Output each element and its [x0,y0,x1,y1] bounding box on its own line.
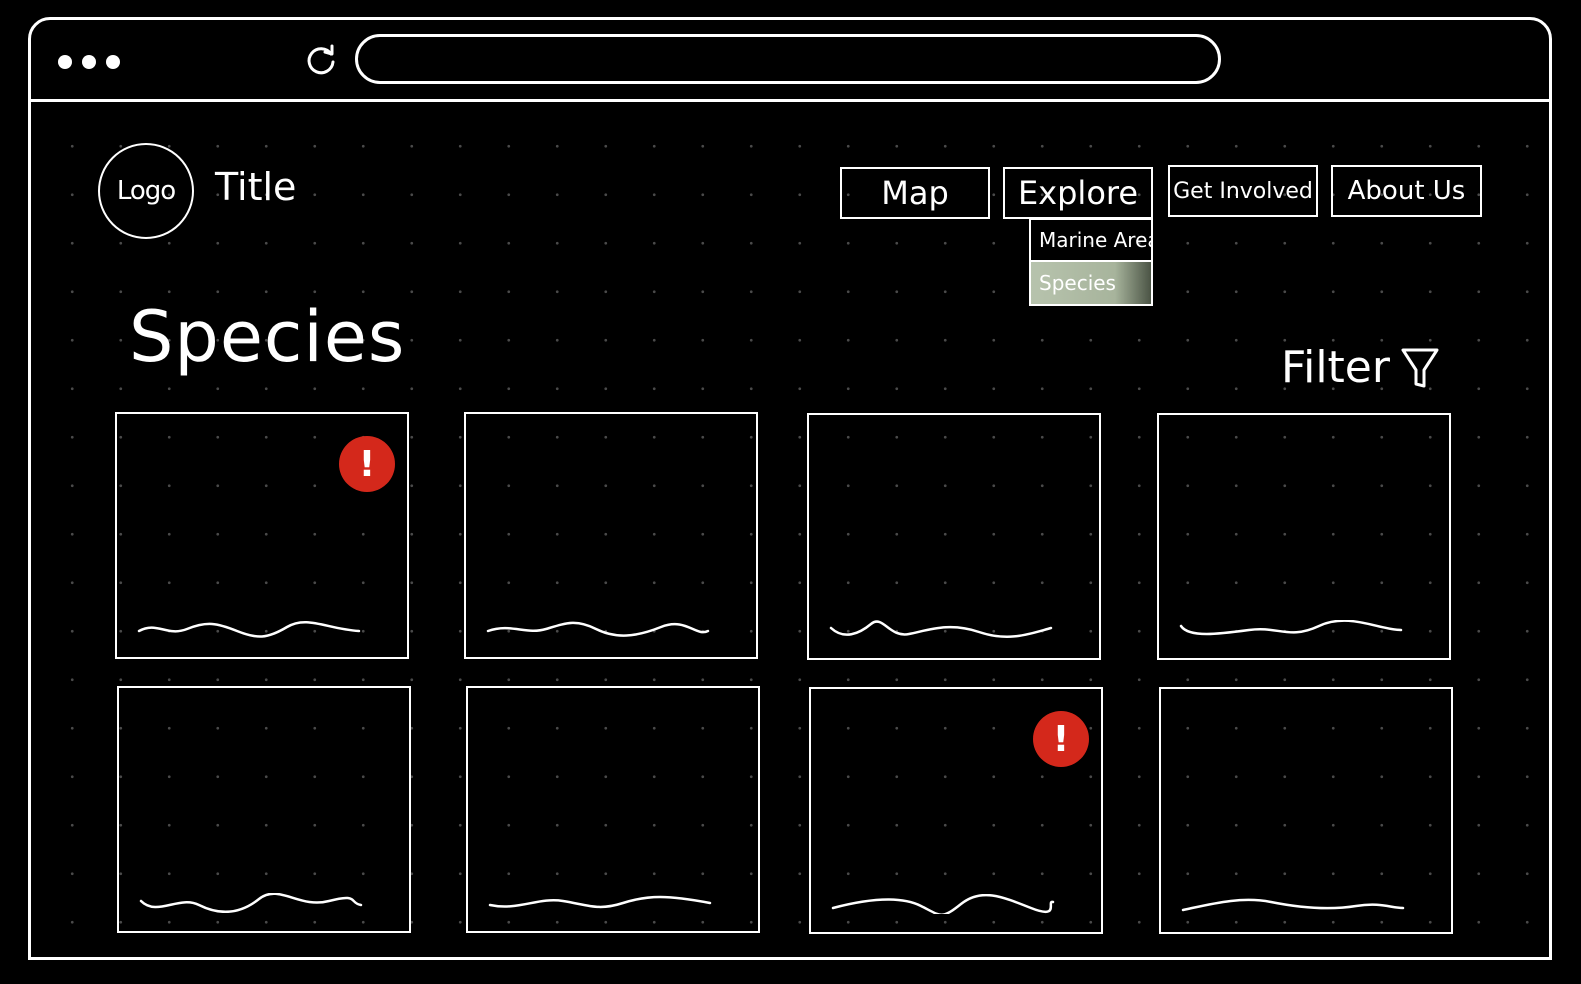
card-caption-placeholder [486,621,710,637]
species-card[interactable] [807,413,1101,660]
alert-icon: ! [339,436,395,492]
page-title: Species [129,296,406,378]
explore-dropdown: Marine Areas Species [1029,218,1153,306]
dot-icon [82,55,96,69]
nav-explore-label: Explore [1017,174,1139,212]
alert-icon: ! [1033,711,1089,767]
species-card[interactable] [1157,413,1451,660]
card-caption-placeholder [1181,898,1405,912]
browser-window: Logo Title Map Explore Get Involved Abou… [28,17,1552,960]
dot-icon [58,55,72,69]
window-controls-icon[interactable] [58,55,120,69]
card-caption-placeholder [139,893,363,913]
nav-map-label: Map [881,174,949,212]
species-card[interactable] [1159,687,1453,934]
species-card[interactable] [117,686,411,933]
species-card[interactable]: ! [809,687,1103,934]
logo-label: Logo [116,176,176,206]
card-caption-placeholder [829,620,1053,638]
dropdown-item-species[interactable]: Species [1029,262,1153,306]
dot-icon [106,55,120,69]
species-card[interactable]: ! [115,412,409,659]
nav-about-us-label: About Us [1347,176,1466,206]
card-caption-placeholder [137,621,361,638]
address-bar[interactable] [355,34,1221,84]
nav-get-involved-button[interactable]: Get Involved [1168,165,1318,217]
dropdown-item-marine-areas[interactable]: Marine Areas [1029,218,1153,262]
species-card[interactable] [464,412,758,659]
card-caption-placeholder [488,895,712,909]
logo[interactable]: Logo [98,143,194,239]
nav-explore-button[interactable]: Explore [1003,167,1153,219]
filter-button[interactable]: Filter [1281,342,1440,393]
funnel-icon [1401,348,1439,387]
site-title: Title [215,165,297,209]
reload-icon[interactable] [301,40,341,80]
browser-toolbar [31,20,1549,102]
filter-label: Filter [1281,342,1390,393]
card-caption-placeholder [831,894,1055,914]
dropdown-item-label: Marine Areas [1039,228,1151,252]
nav-about-us-button[interactable]: About Us [1331,165,1482,217]
dropdown-item-label: Species [1039,271,1116,295]
page-content: Logo Title Map Explore Get Involved Abou… [31,102,1549,957]
species-card[interactable] [466,686,760,933]
card-caption-placeholder [1179,620,1403,636]
nav-map-button[interactable]: Map [840,167,990,219]
nav-get-involved-label: Get Involved [1173,178,1313,204]
